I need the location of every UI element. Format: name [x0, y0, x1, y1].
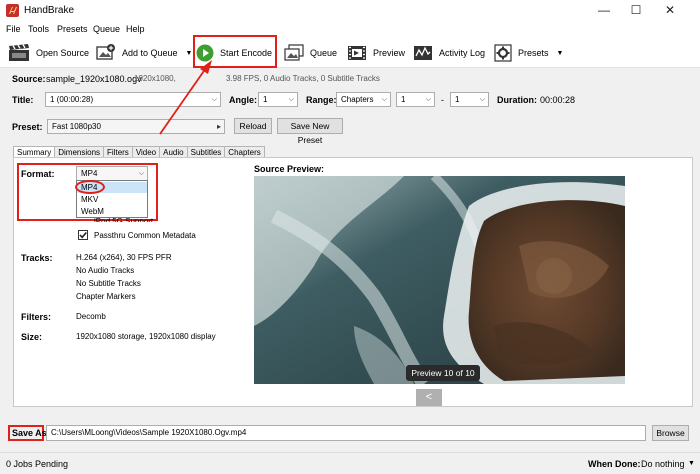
save-as-label: Save As: [12, 428, 50, 438]
menu-bar: File Tools Presets Queue Help [0, 22, 700, 38]
open-source-button[interactable]: Open Source [8, 38, 89, 68]
preset-select-value: Fast 1080p30 [52, 122, 101, 131]
chevron-down-icon: ⌵ [288, 96, 294, 103]
passthru-checkbox[interactable] [78, 230, 88, 240]
menu-help[interactable]: Help [126, 24, 145, 34]
presets-button[interactable]: Presets ▼ [494, 38, 563, 68]
track-video: H.264 (x264), 30 FPS PFR [76, 253, 172, 262]
filters-value: Decomb [76, 312, 106, 321]
gear-icon [494, 44, 512, 62]
add-queue-icon [96, 44, 115, 60]
film-clapper-icon [9, 44, 29, 61]
window-title: HandBrake [24, 5, 75, 16]
menu-queue[interactable]: Queue [93, 24, 120, 34]
presets-label: Presets [518, 48, 549, 58]
browse-button[interactable]: Browse [652, 425, 689, 441]
track-chapters: Chapter Markers [76, 292, 136, 301]
angle-label: Angle: [229, 95, 257, 105]
title-label: Title: [12, 95, 34, 105]
add-to-queue-label: Add to Queue [122, 48, 178, 58]
chevron-down-icon: ▼ [556, 49, 564, 57]
preview-button[interactable]: Preview [347, 38, 405, 68]
queue-label: Queue [310, 48, 338, 58]
range-dash: - [441, 95, 444, 105]
range-mode-value: Chapters [341, 95, 374, 104]
menu-presets[interactable]: Presets [57, 24, 88, 34]
range-to-value: 1 [455, 95, 460, 104]
handbrake-logo-icon [6, 4, 19, 17]
queue-icon [284, 44, 304, 61]
chevron-down-icon: ⌵ [425, 96, 431, 103]
preview-picture [254, 176, 625, 384]
toolbar: Open Source Add to Queue ▼ Start Encode … [0, 38, 700, 68]
when-done-label: When Done: [588, 459, 641, 469]
save-path-input[interactable]: C:\Users\MLoong\Videos\Sample 1920X1080.… [46, 425, 646, 441]
source-name: sample_1920x1080.ogv [46, 74, 142, 84]
size-value: 1920x1080 storage, 1920x1080 display [76, 332, 216, 341]
duration-value: 00:00:28 [540, 95, 576, 105]
chevron-down-icon: ⌵ [479, 96, 485, 103]
duration-label: Duration: [497, 95, 537, 105]
source-preview-label: Source Preview: [254, 164, 325, 174]
chevron-down-icon[interactable]: ▼ [688, 460, 695, 467]
chevron-down-icon: ▼ [185, 49, 193, 57]
ipod-support-label: iPod 5G Support [94, 218, 153, 222]
source-info-detail: 3.98 FPS, 0 Audio Tracks, 0 Subtitle Tra… [226, 74, 380, 83]
title-select-value: 1 (00:00:28) [50, 95, 94, 104]
angle-select[interactable]: 1 ⌵ [258, 92, 298, 107]
filmstrip-icon [348, 46, 366, 60]
range-mode-select[interactable]: Chapters ⌵ [336, 92, 391, 107]
activity-log-icon [414, 46, 432, 60]
save-new-preset-button[interactable]: Save New Preset [277, 118, 343, 145]
minimize-button[interactable]: — [590, 2, 618, 20]
preset-label: Preset: [12, 122, 43, 132]
queue-button[interactable]: Queue [284, 38, 337, 68]
range-from-select[interactable]: 1 ⌵ [396, 92, 435, 107]
maximize-button[interactable]: ☐ [622, 2, 650, 20]
chevron-down-icon: ⌵ [381, 96, 387, 103]
status-bar: 0 Jobs Pending When Done: Do nothing ▼ [0, 452, 700, 474]
menu-file[interactable]: File [6, 24, 21, 34]
close-button[interactable]: ✕ [656, 2, 684, 20]
menu-tools[interactable]: Tools [28, 24, 49, 34]
size-label: Size: [21, 332, 43, 342]
checkmark-icon [79, 231, 87, 239]
activity-log-label: Activity Log [439, 48, 486, 58]
filters-label: Filters: [21, 312, 52, 322]
source-preview-image [254, 176, 625, 384]
preview-label: Preview [373, 48, 406, 58]
reload-button[interactable]: Reload [234, 118, 272, 134]
passthru-label: Passthru Common Metadata [94, 231, 196, 240]
track-subtitle: No Subtitle Tracks [76, 279, 141, 288]
range-to-select[interactable]: 1 ⌵ [450, 92, 489, 107]
open-source-label: Open Source [36, 48, 90, 58]
preview-counter-badge: Preview 10 of 10 [406, 365, 480, 381]
track-audio: No Audio Tracks [76, 266, 135, 275]
previous-preview-button[interactable]: < [416, 389, 442, 406]
when-done-select[interactable]: Do nothing [641, 459, 685, 469]
range-label: Range: [306, 95, 337, 105]
source-label: Source: [12, 74, 46, 84]
tracks-label: Tracks: [21, 253, 53, 263]
range-from-value: 1 [401, 95, 406, 104]
activity-log-button[interactable]: Activity Log [413, 38, 485, 68]
jobs-pending: 0 Jobs Pending [6, 459, 69, 469]
format-highlight [17, 163, 158, 221]
title-bar: HandBrake — ☐ ✕ [0, 0, 700, 22]
angle-select-value: 1 [263, 95, 268, 104]
annotation-arrow [159, 60, 212, 135]
